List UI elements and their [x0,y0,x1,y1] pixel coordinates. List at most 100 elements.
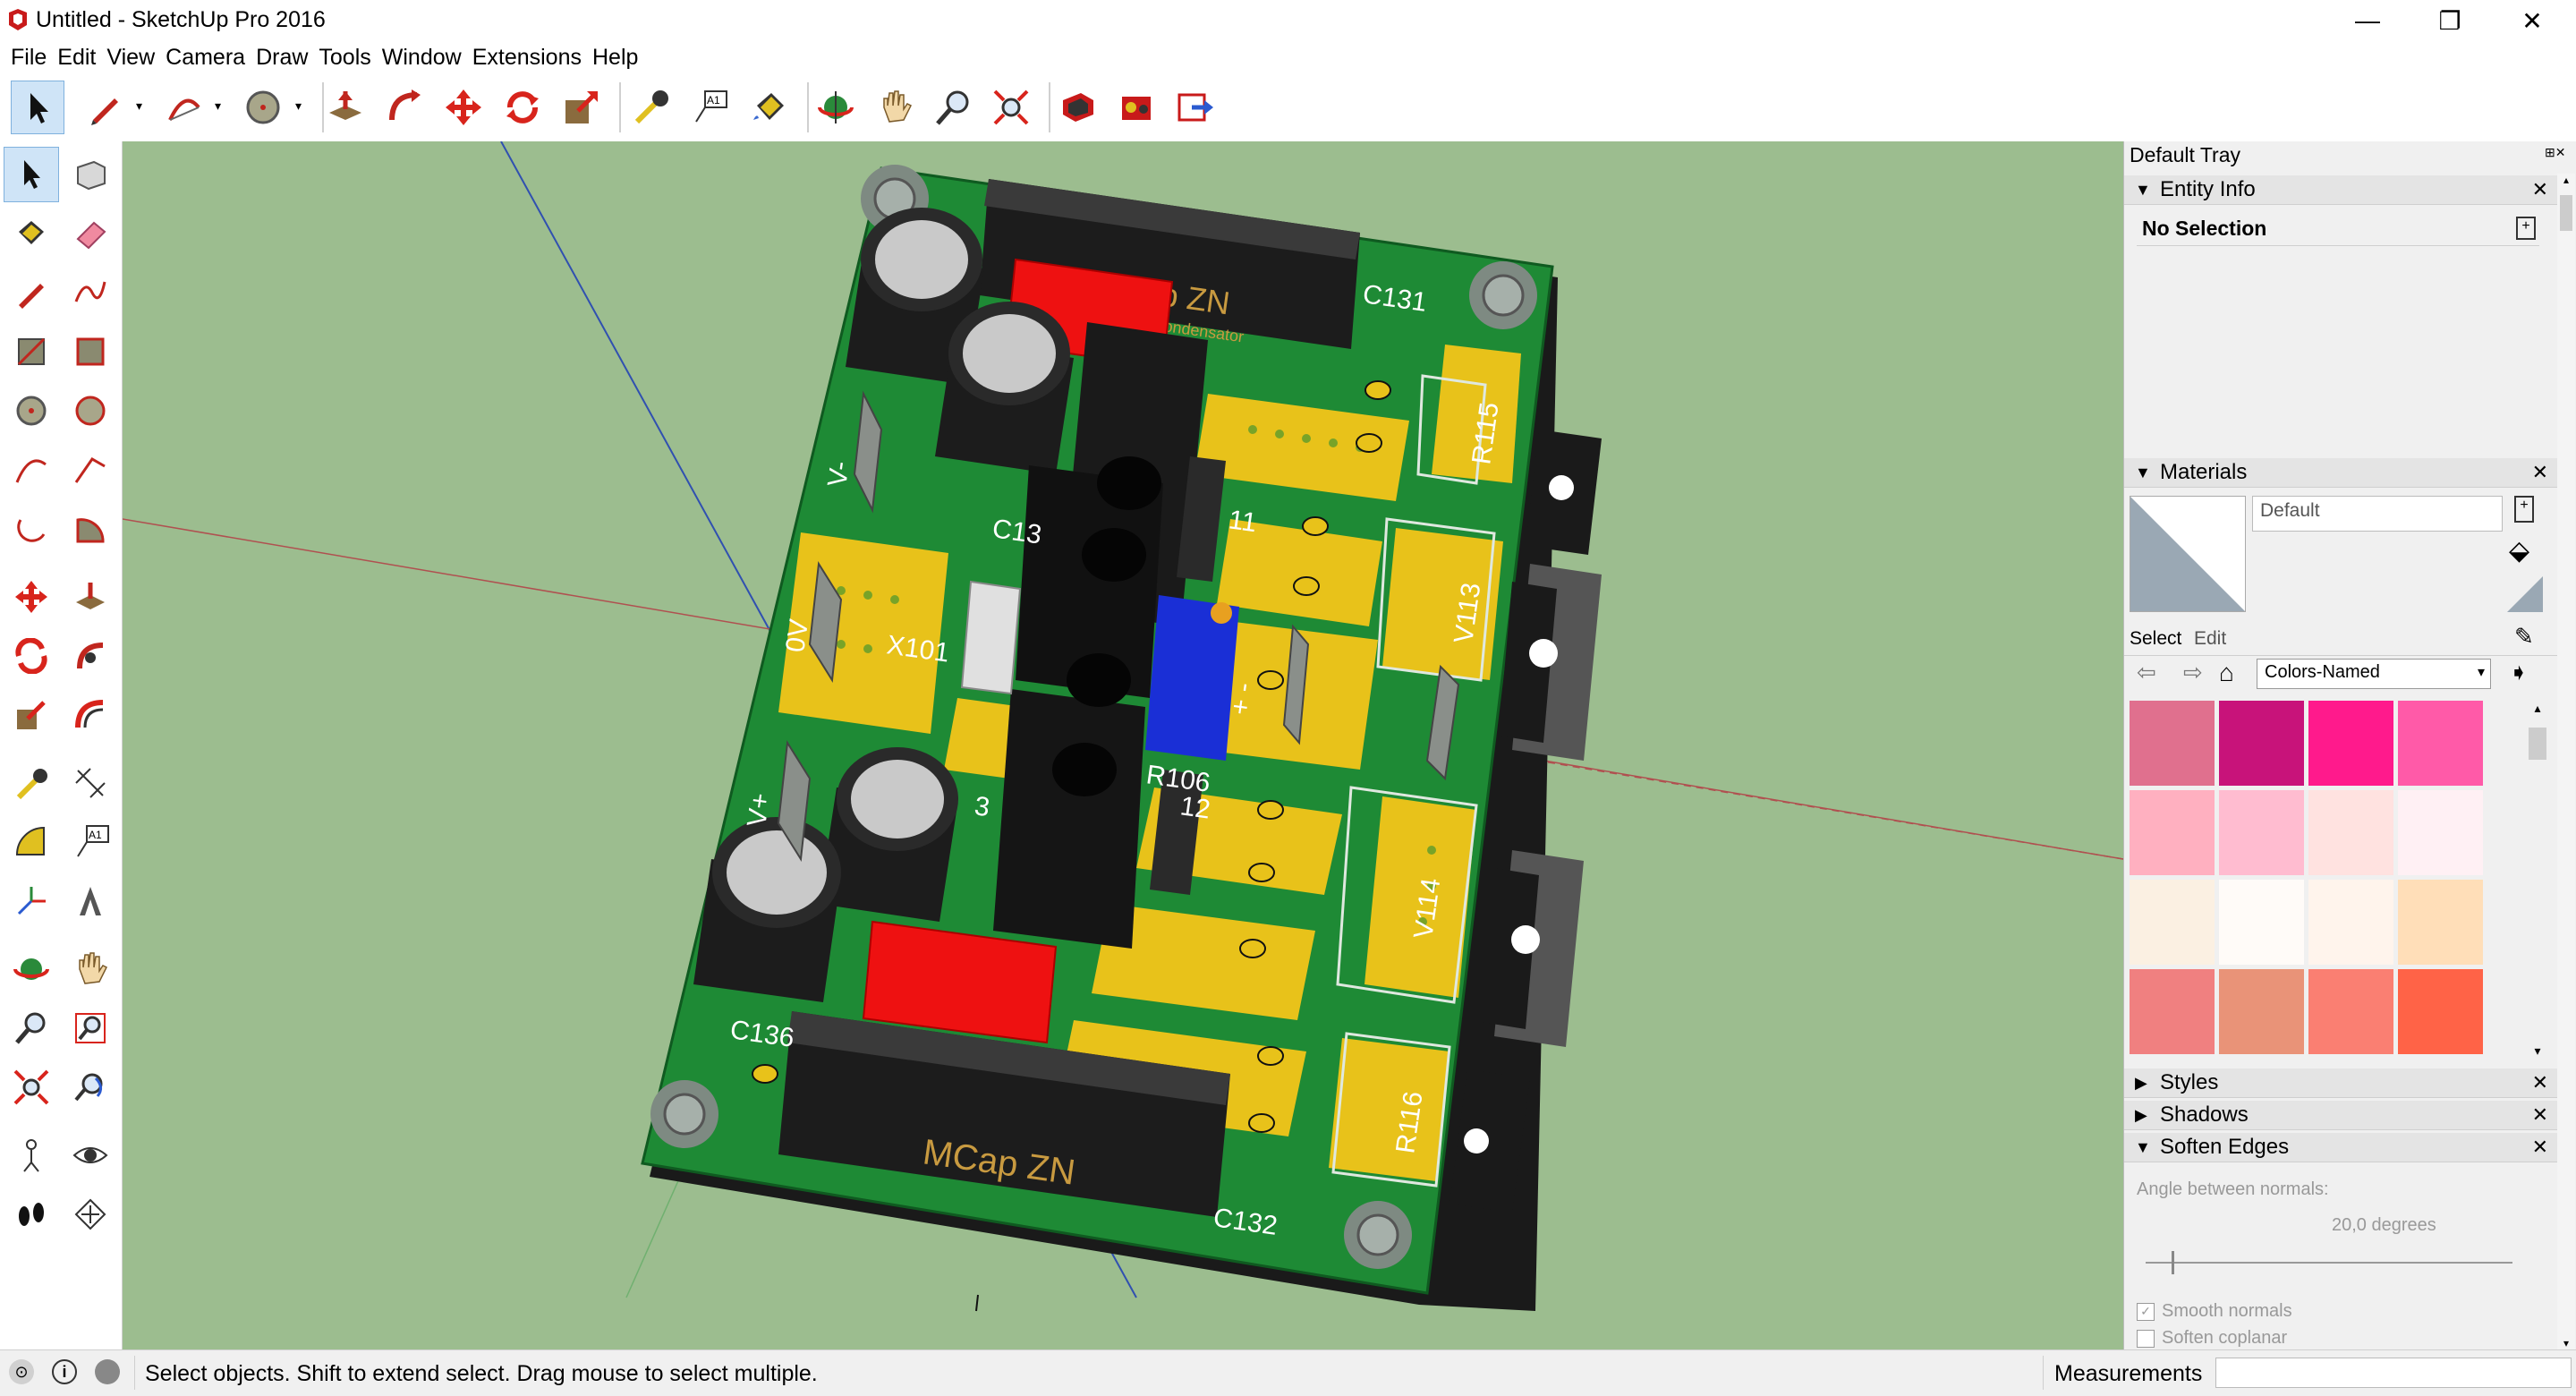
eyedropper-icon[interactable]: ✎ [2514,623,2534,651]
color-swatch[interactable] [2219,790,2304,875]
smooth-normals-checkbox[interactable]: ✓ [2137,1303,2155,1321]
zoom-window-tool[interactable] [63,1000,118,1056]
extension-warehouse-button[interactable] [1109,81,1163,134]
color-swatch[interactable] [2219,701,2304,786]
pie-tool[interactable] [63,501,118,557]
follow-me-tool[interactable] [63,628,118,684]
zoom-extents-tool-button[interactable] [984,81,1038,134]
info-icon[interactable]: i [52,1359,77,1384]
zoom-extents-tool[interactable] [4,1060,59,1115]
pencil-tool-button[interactable] [79,81,132,134]
close-icon[interactable]: ✕ [2532,1101,2548,1129]
close-icon[interactable]: ✕ [2532,458,2548,487]
scale-tool[interactable] [4,687,59,743]
three-point-arc-tool[interactable] [4,501,59,557]
axes-tool[interactable] [4,873,59,929]
color-swatch[interactable] [2308,880,2393,965]
rotate-tool[interactable] [4,628,59,684]
soften-coplanar-checkbox[interactable] [2137,1330,2155,1348]
freehand-tool[interactable] [63,265,118,320]
tray-pin-icon[interactable]: ⊞✕ [2545,145,2565,160]
home-icon[interactable]: ⌂ [2219,659,2234,687]
model-viewport[interactable]: MCap ZN ondensator MCap ZN [123,141,2123,1349]
menu-file[interactable]: File [5,45,52,71]
previous-view-tool[interactable] [63,1060,118,1115]
orbit-tool-button[interactable] [809,81,863,134]
color-swatch[interactable] [2130,790,2215,875]
pencil-dropdown-arrow-icon[interactable]: ▾ [136,98,142,114]
material-library-select[interactable]: Colors-Named ▾ [2257,659,2491,689]
measurements-input[interactable] [2215,1358,2572,1388]
move-tool-button[interactable] [437,81,490,134]
arc-tool[interactable] [4,442,59,498]
color-swatch[interactable] [2398,701,2483,786]
zoom-tool[interactable] [4,1000,59,1056]
color-swatch[interactable] [2308,701,2393,786]
circle-dropdown-arrow-icon[interactable]: ▾ [295,98,302,114]
look-around-tool[interactable] [63,1128,118,1183]
create-material-icon[interactable]: + [2514,496,2534,523]
rectangle-tool[interactable] [4,324,59,379]
entity-info-header[interactable]: ▼ Entity Info ✕ [2124,175,2557,205]
tab-edit[interactable]: Edit [2194,628,2226,650]
geo-location-icon[interactable]: ⊙ [9,1359,34,1384]
color-swatch[interactable] [2130,880,2215,965]
minimize-button[interactable]: — [2326,0,2409,41]
color-swatch[interactable] [2308,969,2393,1054]
menu-window[interactable]: Window [377,45,467,71]
tape-measure-tool[interactable] [4,755,59,811]
move-tool[interactable] [4,569,59,625]
tray-scrollbar[interactable]: ▴ ▾ [2557,174,2575,1349]
zoom-tool-button[interactable] [927,81,981,134]
3d-text-tool[interactable] [63,873,118,929]
select-tool[interactable] [4,147,59,202]
two-point-arc-tool[interactable] [63,442,118,498]
3d-warehouse-button[interactable] [1050,81,1104,134]
entity-info-detail-icon[interactable]: + [2516,217,2536,240]
paint-bucket-tool-button[interactable] [743,81,796,134]
scale-tool-button[interactable] [555,81,608,134]
arc-dropdown-arrow-icon[interactable]: ▾ [215,98,221,114]
color-swatch[interactable] [2130,969,2215,1054]
menu-tools[interactable]: Tools [313,45,376,71]
eraser-tool[interactable] [63,206,118,261]
sample-color-icon[interactable] [2507,571,2543,617]
color-swatch[interactable] [2398,969,2483,1054]
rotate-tool-button[interactable] [496,81,549,134]
color-swatch[interactable] [2398,880,2483,965]
close-icon[interactable]: ✕ [2532,1133,2548,1162]
position-camera-tool[interactable] [4,1128,59,1183]
menu-edit[interactable]: Edit [52,45,101,71]
walk-tool[interactable] [4,1187,59,1242]
section-plane-tool[interactable] [63,1187,118,1242]
materials-header[interactable]: ▼ Materials ✕ [2124,458,2557,488]
line-tool[interactable] [4,265,59,320]
follow-me-tool-button[interactable] [378,81,431,134]
material-name-field[interactable]: Default [2252,496,2503,532]
menu-extensions[interactable]: Extensions [467,45,587,71]
polygon-tool[interactable] [63,383,118,438]
menu-view[interactable]: View [101,45,160,71]
circle-tool-button[interactable] [236,81,290,134]
dimension-tool[interactable] [63,755,118,811]
soften-edges-header[interactable]: ▼ Soften Edges ✕ [2124,1133,2557,1162]
rotated-rectangle-tool[interactable] [63,324,118,379]
color-swatch[interactable] [2130,701,2215,786]
paint-bucket-tool[interactable] [4,206,59,261]
close-icon[interactable]: ✕ [2532,175,2548,204]
color-swatch[interactable] [2219,880,2304,965]
color-swatch[interactable] [2398,790,2483,875]
pan-tool-button[interactable] [868,81,922,134]
send-to-layout-button[interactable] [1169,81,1222,134]
tab-select[interactable]: Select [2130,628,2181,650]
forward-icon[interactable]: ⇨ [2183,659,2203,686]
close-icon[interactable]: ✕ [2532,1068,2548,1097]
menu-camera[interactable]: Camera [160,45,251,71]
push-pull-tool[interactable] [63,569,118,625]
shadows-header[interactable]: ▶ Shadows ✕ [2124,1101,2557,1130]
user-icon[interactable] [95,1359,120,1384]
restore-button[interactable]: ❐ [2409,0,2491,41]
styles-header[interactable]: ▶ Styles ✕ [2124,1068,2557,1098]
select-tool-button[interactable] [11,81,64,134]
offset-tool[interactable] [63,687,118,743]
